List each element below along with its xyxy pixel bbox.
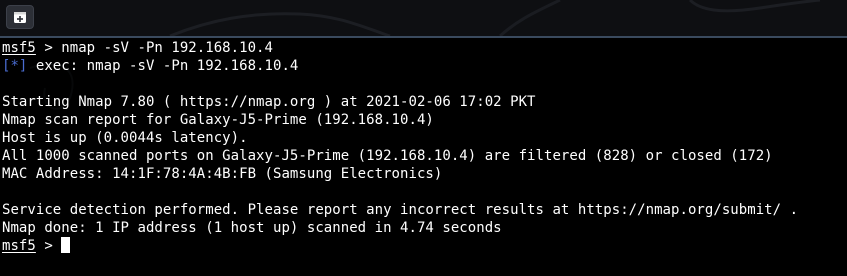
exec-text: exec: nmap -sV -Pn 192.168.10.4 <box>27 58 299 74</box>
output-line: Host is up (0.0044s latency). <box>2 130 248 146</box>
command-text: nmap -sV -Pn 192.168.10.4 <box>61 40 273 56</box>
final-prompt-label: msf5 <box>2 238 36 254</box>
output-line: MAC Address: 14:1F:78:4A:4B:FB (Samsung … <box>2 166 443 182</box>
info-tag: [*] <box>2 58 28 74</box>
final-prompt-symbol: > <box>35 238 62 254</box>
dragon-wallpaper-icon <box>169 0 821 36</box>
terminal-output-area[interactable]: msf5 > nmap -sV -Pn 192.168.10.4 [*] exe… <box>0 38 847 276</box>
new-tab-button[interactable] <box>6 5 34 29</box>
output-line: Service detection performed. Please repo… <box>2 202 799 218</box>
prompt-symbol: > <box>35 40 62 56</box>
text-cursor <box>61 237 71 253</box>
input-prompt-line[interactable]: msf5 > <box>2 237 847 255</box>
command-line: msf5 > nmap -sV -Pn 192.168.10.4 <box>2 39 847 57</box>
new-tab-icon <box>14 12 26 23</box>
titlebar <box>0 0 847 36</box>
output-line: Starting Nmap 7.80 ( https://nmap.org ) … <box>2 94 536 110</box>
prompt-label: msf5 <box>2 40 36 56</box>
terminal-window: msf5 > nmap -sV -Pn 192.168.10.4 [*] exe… <box>0 0 847 276</box>
exec-line: [*] exec: nmap -sV -Pn 192.168.10.4 <box>2 57 847 75</box>
terminal-lines: msf5 > nmap -sV -Pn 192.168.10.4 [*] exe… <box>2 39 847 255</box>
output-line: Nmap done: 1 IP address (1 host up) scan… <box>2 220 502 236</box>
output-line: Nmap scan report for Galaxy-J5-Prime (19… <box>2 112 434 128</box>
output-line: All 1000 scanned ports on Galaxy-J5-Prim… <box>2 148 773 164</box>
